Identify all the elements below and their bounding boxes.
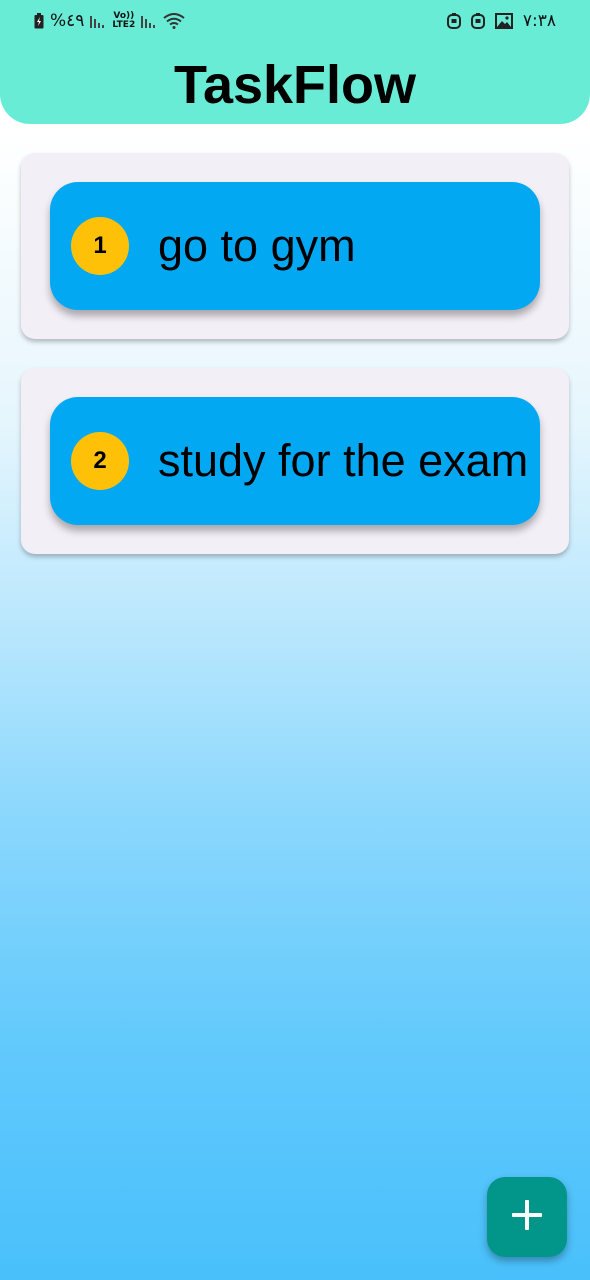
battery-percent: %٤٩ (50, 11, 85, 31)
task-card: 1 go to gym (21, 153, 569, 339)
app-notification-icon (446, 13, 461, 29)
signal-icon (90, 14, 106, 28)
app-notification-icon (470, 13, 485, 29)
add-task-button[interactable] (487, 1177, 567, 1257)
clock: ٧:٣٨ (522, 11, 556, 31)
task-text: study for the exam (158, 435, 529, 486)
task-item[interactable]: 1 go to gym (50, 182, 540, 310)
task-number-badge: 2 (71, 432, 129, 490)
status-bar-right: ٧:٣٨ (446, 11, 556, 31)
battery-charging-icon (34, 13, 44, 29)
volte-icon: Vo)) LTE2 (112, 12, 135, 30)
task-number-badge: 1 (71, 217, 129, 275)
task-text: go to gym (158, 220, 356, 271)
wifi-icon (163, 13, 185, 29)
signal-icon (141, 14, 157, 28)
task-item[interactable]: 2 study for the exam (50, 397, 540, 525)
plus-icon (511, 1199, 543, 1236)
task-card: 2 study for the exam (21, 368, 569, 554)
page-title: TaskFlow (173, 55, 417, 115)
status-bar: %٤٩ Vo)) LTE2 ٧:٣٨ (0, 0, 590, 44)
volte-bottom-label: LTE2 (112, 20, 136, 30)
image-icon (494, 13, 513, 29)
status-bar-left: %٤٩ Vo)) LTE2 (34, 11, 185, 31)
